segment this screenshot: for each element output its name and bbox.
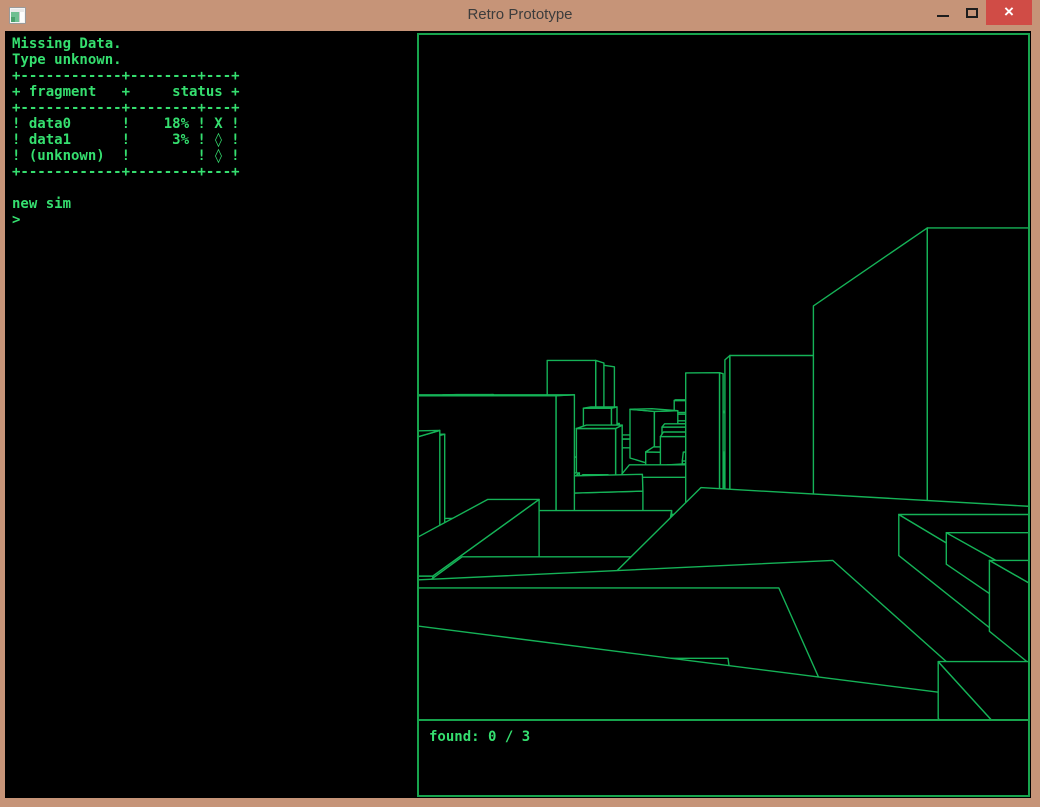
status-strip: found: 0 / 3 xyxy=(419,719,1028,793)
terminal-panel: Missing Data. Type unknown. +-----------… xyxy=(12,36,412,228)
scene-viewport[interactable] xyxy=(419,35,1028,719)
app-window: Retro Prototype × Missing Data. Type unk… xyxy=(0,0,1040,807)
window-controls: × xyxy=(928,0,1032,25)
minimize-button[interactable] xyxy=(928,0,958,25)
terminal-output: Missing Data. Type unknown. +-----------… xyxy=(12,36,412,180)
found-counter: found: 0 / 3 xyxy=(429,729,1018,745)
close-button[interactable]: × xyxy=(986,0,1032,25)
close-icon: × xyxy=(1004,3,1014,20)
simulation-panel: found: 0 / 3 xyxy=(417,33,1030,797)
maximize-button[interactable] xyxy=(958,0,986,25)
command-echo: new sim xyxy=(12,196,412,212)
maximize-icon xyxy=(966,8,978,18)
titlebar[interactable]: Retro Prototype × xyxy=(0,0,1040,31)
terminal-prompt[interactable]: > xyxy=(12,212,412,228)
window-title: Retro Prototype xyxy=(0,0,1040,31)
wireframe-scene xyxy=(419,35,1028,719)
content-area: Missing Data. Type unknown. +-----------… xyxy=(5,31,1031,798)
minimize-icon xyxy=(937,15,949,17)
